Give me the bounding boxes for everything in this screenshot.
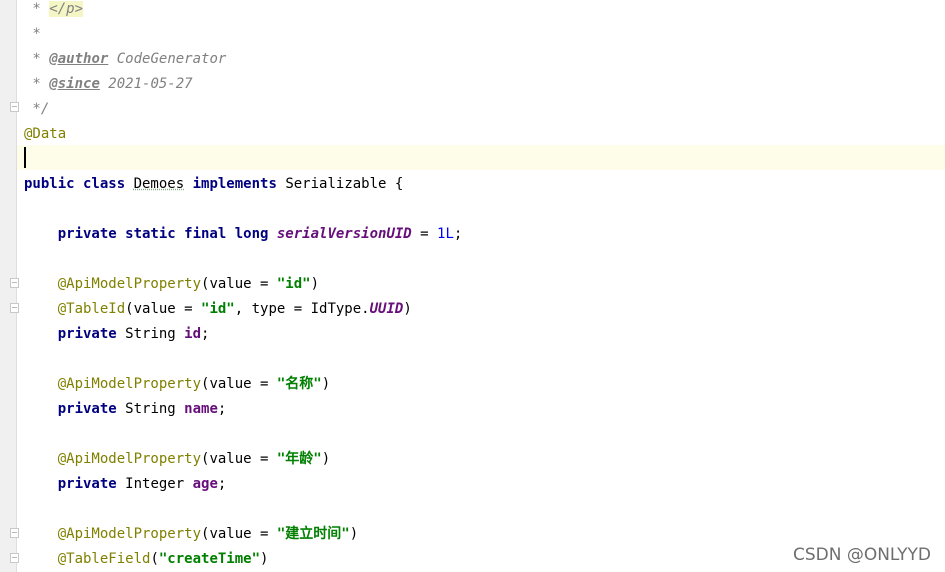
code-token: private bbox=[57, 401, 117, 417]
code-token: ) bbox=[321, 451, 331, 467]
code-line[interactable]: @TableId(value = "id", type = IdType.UUI… bbox=[24, 297, 412, 322]
current-line-highlight bbox=[17, 145, 945, 170]
code-token: * bbox=[24, 26, 41, 42]
code-line[interactable]: * @since 2021-05-27 bbox=[24, 72, 193, 97]
fold-marker-icon[interactable] bbox=[10, 278, 19, 288]
code-token: private bbox=[57, 326, 117, 342]
code-token: private bbox=[57, 476, 117, 492]
code-token: String bbox=[116, 326, 185, 342]
code-token: @Data bbox=[24, 126, 67, 142]
text-caret bbox=[24, 147, 26, 168]
code-token: = bbox=[411, 226, 438, 242]
code-token: "名称" bbox=[276, 376, 322, 392]
code-token: ) bbox=[310, 276, 320, 292]
code-token: Serializable { bbox=[276, 176, 404, 192]
code-line[interactable]: @ApiModelProperty(value = "年龄") bbox=[24, 447, 330, 472]
code-token: implements bbox=[192, 176, 277, 192]
code-token: ) bbox=[349, 526, 359, 542]
code-token: ) bbox=[321, 376, 331, 392]
code-token: age bbox=[192, 476, 218, 492]
code-line[interactable]: * </p> bbox=[24, 0, 84, 22]
code-line[interactable]: public class Demoes implements Serializa… bbox=[24, 172, 403, 197]
code-token: Integer bbox=[116, 476, 193, 492]
code-token: (value = bbox=[201, 376, 277, 392]
code-token: @author bbox=[49, 51, 109, 67]
code-token: @ApiModelProperty bbox=[57, 376, 202, 392]
code-token: (value = bbox=[201, 276, 277, 292]
code-line[interactable]: * @author CodeGenerator bbox=[24, 47, 226, 72]
code-token: "年龄" bbox=[276, 451, 322, 467]
code-token: ; bbox=[201, 326, 210, 342]
code-token: 2021-05-27 bbox=[99, 76, 193, 92]
code-line[interactable]: @Data bbox=[24, 122, 66, 147]
code-token: @ApiModelProperty bbox=[57, 276, 202, 292]
code-token: ; bbox=[217, 401, 227, 417]
code-line[interactable]: private String name; bbox=[24, 397, 227, 422]
fold-marker-icon[interactable] bbox=[10, 553, 19, 563]
code-token: String bbox=[116, 401, 185, 417]
code-token: ) bbox=[403, 301, 412, 317]
code-token: @TableId bbox=[57, 301, 126, 317]
code-line[interactable]: private static final long serialVersionU… bbox=[24, 222, 463, 247]
code-token: id bbox=[184, 326, 202, 342]
code-token: "建立时间" bbox=[276, 526, 350, 542]
code-token: private static final long bbox=[57, 226, 277, 242]
code-token: (value = bbox=[201, 526, 277, 542]
code-token: ) bbox=[260, 551, 269, 567]
code-token: * bbox=[24, 1, 50, 17]
code-token: public class bbox=[24, 176, 134, 192]
code-token: Demoes bbox=[133, 176, 185, 192]
code-token: "createTime" bbox=[158, 551, 261, 567]
code-token: @TableField bbox=[57, 551, 151, 567]
code-line[interactable]: @ApiModelProperty(value = "名称") bbox=[24, 372, 330, 397]
fold-marker-icon[interactable] bbox=[10, 528, 19, 538]
code-token: @ApiModelProperty bbox=[57, 451, 202, 467]
code-token: </p> bbox=[49, 1, 84, 17]
code-token: @since bbox=[49, 76, 100, 92]
code-line[interactable]: private String id; bbox=[24, 322, 210, 347]
code-token: UUID bbox=[369, 301, 404, 317]
code-token: "id" bbox=[276, 276, 311, 292]
code-token: @ApiModelProperty bbox=[57, 526, 202, 542]
fold-marker-icon[interactable] bbox=[10, 303, 19, 313]
code-token: "id" bbox=[201, 301, 235, 317]
code-line[interactable]: */ bbox=[24, 97, 49, 122]
code-line[interactable]: @ApiModelProperty(value = "id") bbox=[24, 272, 319, 297]
code-token: (value = bbox=[125, 301, 202, 317]
code-token: serialVersionUID bbox=[276, 226, 412, 242]
watermark: CSDN @ONLYYD bbox=[792, 545, 931, 565]
code-line[interactable]: @ApiModelProperty(value = "建立时间") bbox=[24, 522, 358, 547]
code-token: (value = bbox=[201, 451, 277, 467]
code-token: , type = IdType. bbox=[234, 301, 370, 317]
code-token: * bbox=[24, 76, 50, 92]
code-line[interactable]: private Integer age; bbox=[24, 472, 227, 497]
editor-gutter bbox=[0, 0, 19, 572]
code-token: CodeGenerator bbox=[108, 51, 227, 67]
code-token: ; bbox=[453, 226, 463, 242]
code-token: * bbox=[24, 51, 50, 67]
code-token: 1L bbox=[437, 226, 454, 242]
code-token: name bbox=[184, 401, 218, 417]
code-token: */ bbox=[24, 101, 50, 117]
code-line[interactable]: * bbox=[24, 22, 41, 47]
code-token: ( bbox=[150, 551, 159, 567]
code-line[interactable]: @TableField("createTime") bbox=[24, 547, 269, 572]
fold-marker-icon[interactable] bbox=[10, 102, 19, 112]
code-token: ; bbox=[217, 476, 227, 492]
